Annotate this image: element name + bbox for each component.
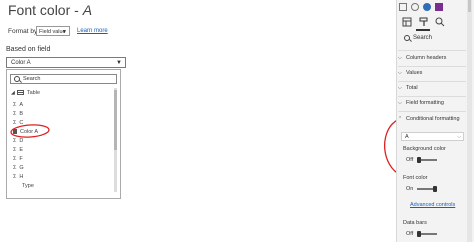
data-bars-toggle[interactable] [417, 231, 437, 237]
data-bars-toggle-label: Off [406, 231, 414, 237]
section-label: Total [406, 85, 418, 91]
toggle-knob [417, 157, 421, 163]
divider [398, 111, 466, 112]
tree-field-label: H [19, 174, 24, 180]
background-color-label: Background color [403, 146, 446, 152]
chevron-down-icon: ⌵ [398, 85, 402, 91]
pane-search-placeholder: Search [413, 35, 433, 41]
based-on-field-label: Based on field [6, 46, 51, 53]
tree-field-item[interactable]: ΣD [13, 137, 23, 145]
section-label: Column headers [406, 55, 447, 61]
chevron-down-icon: ⌵ [457, 134, 461, 140]
dialog-title: Font color - A [8, 2, 92, 18]
dialog-title-prefix: Font color - [8, 2, 83, 18]
tree-field-label: Color A [20, 129, 39, 135]
toggle-knob [417, 231, 421, 237]
tree-table-node[interactable]: ◢ Table [11, 89, 40, 97]
data-bars-label: Data bars [403, 220, 427, 226]
section-column-headers[interactable]: ⌵ Column headers [398, 53, 466, 64]
tree-field-label: A [19, 102, 24, 108]
background-color-toggle[interactable] [417, 157, 437, 163]
tree-field-label: C [19, 120, 24, 126]
sigma-icon: Σ [13, 102, 17, 108]
search-icon [14, 76, 20, 82]
sigma-icon: Σ [13, 111, 17, 117]
conditional-field-value: A [405, 134, 409, 140]
sigma-icon: Σ [13, 147, 17, 153]
tree-field-label: Type [22, 183, 34, 189]
field-list-scroll-thumb[interactable] [114, 90, 117, 150]
visual-icon[interactable] [423, 3, 431, 11]
table-icon [16, 90, 24, 96]
section-label: Values [406, 70, 423, 76]
learn-more-link[interactable]: Learn more [77, 28, 108, 34]
tree-field-item[interactable]: ΣB [13, 110, 23, 118]
chevron-down-icon: ⌵ [398, 70, 402, 76]
divider [398, 50, 466, 51]
background-color-toggle-label: Off [406, 157, 414, 163]
collapse-icon: ◢ [11, 90, 15, 96]
field-list-dropdown: Search ◢ Table ΣA ΣB ΣC Color A ΣD ΣE ΣF … [6, 69, 121, 199]
analytics-icon[interactable] [435, 17, 445, 27]
section-label: Conditional formatting [406, 116, 460, 122]
format-paint-roller-icon[interactable] [419, 17, 429, 27]
visual-icon[interactable] [411, 3, 419, 11]
tree-field-label: D [19, 138, 24, 144]
tree-field-label: G [19, 165, 24, 171]
chevron-down-icon: ▼ [62, 29, 67, 35]
divider [398, 81, 466, 82]
conditional-field-select[interactable]: A ⌵ [401, 132, 464, 141]
format-by-label: Format by [8, 28, 38, 35]
sigma-icon: Σ [13, 165, 17, 171]
tree-field-label: F [19, 156, 23, 162]
visual-icon[interactable] [435, 3, 443, 11]
section-conditional-formatting[interactable]: ⌃ Conditional formatting [398, 114, 466, 125]
sigma-icon: Σ [13, 120, 17, 126]
section-values[interactable]: ⌵ Values [398, 68, 466, 79]
tree-field-item[interactable]: ΣH [13, 173, 23, 181]
calculated-column-icon [13, 129, 17, 135]
search-icon [404, 35, 410, 41]
tree-table-label: Table [26, 90, 41, 96]
tree-field-item-selected[interactable]: Color A [13, 128, 38, 136]
tree-field-label: E [19, 147, 24, 153]
sigma-icon: Σ [13, 156, 17, 162]
pane-scroll-thumb[interactable] [468, 0, 471, 12]
font-color-toggle-label: On [406, 186, 414, 192]
dialog-title-field: A [82, 2, 93, 18]
divider [398, 66, 466, 67]
font-color-toggle[interactable] [417, 186, 437, 192]
section-total[interactable]: ⌵ Total [398, 83, 466, 94]
tree-field-item[interactable]: ΣF [13, 155, 23, 163]
format-tab-active-indicator [416, 29, 430, 31]
chevron-down-icon: ⌵ [398, 55, 402, 61]
tree-field-item[interactable]: ΣG [13, 164, 24, 172]
fields-tab-icon[interactable] [402, 17, 412, 27]
section-label: Field formatting [406, 100, 444, 106]
based-on-field-value: Color A [11, 60, 31, 66]
pane-scrollbar[interactable] [467, 0, 472, 242]
tree-field-label: B [19, 111, 24, 117]
divider [398, 96, 466, 97]
tree-field-item[interactable]: ΣA [13, 101, 23, 109]
chevron-down-icon: ▼ [116, 60, 122, 66]
chevron-up-icon: ⌃ [398, 116, 403, 122]
field-search-placeholder: Search [23, 76, 41, 82]
chevron-down-icon: ⌵ [398, 100, 402, 106]
pane-search-input[interactable]: Search [402, 33, 464, 43]
toggle-knob [433, 186, 437, 192]
section-field-formatting[interactable]: ⌵ Field formatting [398, 98, 466, 109]
sigma-icon: Σ [13, 174, 17, 180]
sigma-icon: Σ [13, 138, 17, 144]
advanced-controls-link[interactable]: Advanced controls [410, 202, 455, 208]
visual-icon[interactable] [399, 3, 407, 11]
format-by-select[interactable]: Field value ▼ [36, 26, 70, 36]
font-color-label: Font color [403, 175, 428, 181]
based-on-field-select[interactable]: Color A ▼ [6, 57, 126, 68]
tree-field-item[interactable]: Type [22, 182, 34, 190]
tree-field-item[interactable]: ΣE [13, 146, 23, 154]
field-search-input[interactable]: Search [10, 74, 117, 84]
tree-field-item[interactable]: ΣC [13, 119, 23, 127]
